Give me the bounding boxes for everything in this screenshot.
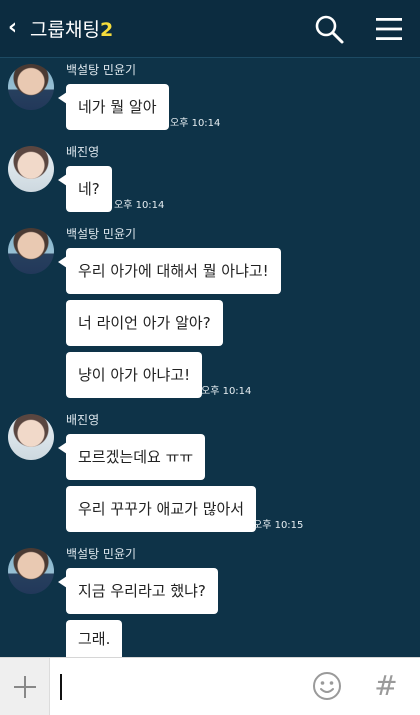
sender-avatar[interactable] xyxy=(8,414,54,460)
message-bubble[interactable]: 냥이 아가 아냐고! xyxy=(66,352,203,398)
message-list[interactable]: 백설탕 민윤기 네가 뭘 알아 오후 10:14 배진영 네? 오후 10:14… xyxy=(0,58,420,658)
message-bubble[interactable]: 네가 뭘 알아 xyxy=(58,84,169,130)
message-bubble[interactable]: 네? xyxy=(58,166,112,212)
menu-icon[interactable] xyxy=(372,12,406,46)
sender-name: 배진영 xyxy=(66,413,100,427)
sender-avatar[interactable] xyxy=(8,228,54,274)
message-bubble[interactable]: 모르겠는데요 ㅠㅠ xyxy=(57,434,206,480)
sender-name: 백설탕 민윤기 xyxy=(66,227,137,241)
sender-avatar[interactable] xyxy=(8,146,54,192)
text-cursor xyxy=(60,674,62,700)
chat-header: ‹ 그룹채팅 2 xyxy=(0,0,420,58)
message-bubble[interactable]: 그래. xyxy=(66,620,123,658)
sender-name: 백설탕 민윤기 xyxy=(66,63,137,77)
sender-avatar[interactable] xyxy=(8,64,54,110)
emoji-icon[interactable] xyxy=(312,671,342,701)
message-timestamp: 오후 10:14 xyxy=(201,386,252,397)
message-input[interactable] xyxy=(56,667,296,707)
sender-name: 백설탕 민윤기 xyxy=(66,547,137,561)
plus-icon[interactable] xyxy=(0,658,50,715)
sender-name: 배진영 xyxy=(66,145,100,159)
message-bubble[interactable]: 우리 아가에 대해서 뭘 아냐고! xyxy=(58,248,281,294)
message-timestamp: 오후 10:14 xyxy=(170,118,221,129)
message-timestamp: 오후 10:15 xyxy=(253,520,304,531)
message-bubble[interactable]: 지금 우리라고 했냐? xyxy=(58,568,218,614)
chevron-left-icon[interactable]: ‹ xyxy=(8,14,24,42)
sender-avatar[interactable] xyxy=(8,548,54,594)
message-composer: # xyxy=(0,657,420,715)
search-icon[interactable] xyxy=(312,12,346,46)
message-bubble[interactable]: 우리 꾸꾸가 애교가 많아서 xyxy=(66,486,257,532)
chat-room-title: 그룹채팅 xyxy=(30,19,100,41)
message-bubble[interactable]: 너 라이언 아가 알아? xyxy=(66,300,223,346)
message-timestamp: 오후 10:14 xyxy=(114,200,165,211)
hash-icon[interactable]: # xyxy=(372,670,400,702)
member-count-badge: 2 xyxy=(100,19,114,41)
